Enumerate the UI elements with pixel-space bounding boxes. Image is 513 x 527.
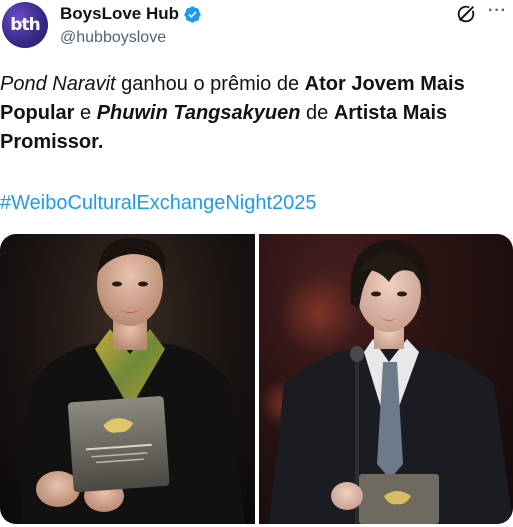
photo-phuwin-tangsakyuen[interactable] (259, 234, 513, 524)
tweet-text-segment: de (300, 102, 334, 124)
media-grid (0, 234, 513, 524)
author-name-row[interactable]: BoysLove Hub (60, 4, 202, 24)
avatar-logo-text: bth (10, 15, 40, 35)
tweet-body: Pond Naravit ganhou o prêmio de Ator Jov… (0, 70, 500, 157)
photo-pond-naravit[interactable] (0, 234, 255, 524)
grok-icon[interactable] (455, 3, 477, 25)
avatar[interactable]: bth (2, 2, 48, 48)
tweet-header: bth BoysLove Hub @hubboyslove ··· (0, 0, 513, 60)
tweet-text-segment: ganhou o prêmio de (115, 73, 305, 95)
more-options-icon[interactable]: ··· (488, 2, 510, 24)
hashtag-link[interactable]: #WeiboCulturalExchangeNight2025 (0, 190, 317, 216)
mention-pond: Pond Naravit (0, 73, 116, 95)
tweet-text-segment: e (74, 102, 97, 124)
display-name[interactable]: BoysLove Hub (60, 4, 179, 24)
verified-badge-icon[interactable] (183, 5, 202, 24)
mention-phuwin: Phuwin Tangsakyuen (96, 102, 301, 124)
author-handle[interactable]: @hubboyslove (60, 29, 166, 47)
